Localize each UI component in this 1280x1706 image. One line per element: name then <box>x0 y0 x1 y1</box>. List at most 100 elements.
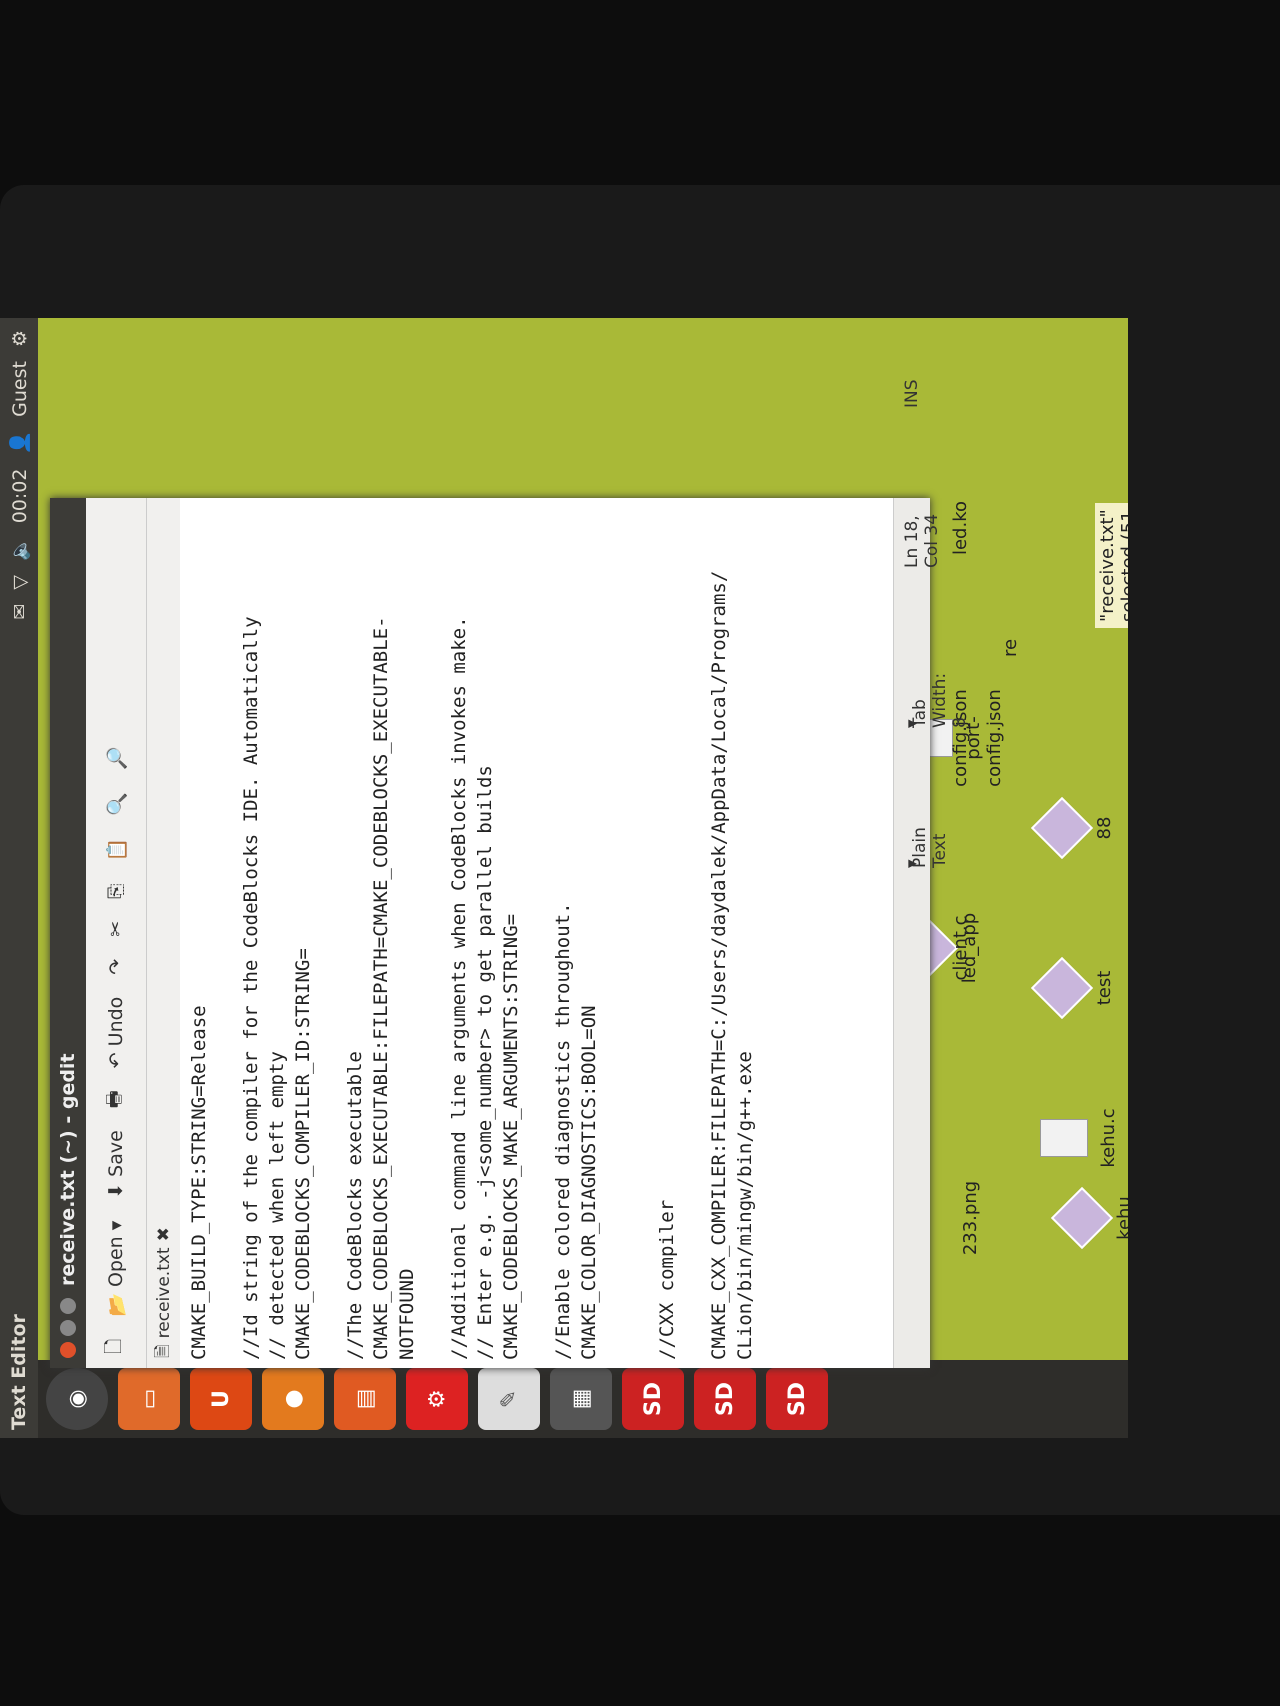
document-tabbar: 🗎 receive.txt ✖ <box>147 498 181 1368</box>
file-item[interactable]: led.ko <box>950 458 971 598</box>
redo-button[interactable]: ↷ <box>105 959 127 975</box>
new-document-icon: 🗋 <box>103 1338 125 1354</box>
selection-status: "receive.txt" selected (51 <box>1095 503 1128 628</box>
cut-button[interactable]: ✂ <box>105 921 127 937</box>
file-icon <box>1050 1186 1114 1250</box>
print-button[interactable]: 🖶 <box>100 1090 132 1108</box>
launcher-sd-2[interactable]: SD <box>694 1368 756 1430</box>
file-item[interactable]: kehu <box>1050 1148 1128 1288</box>
network-icon[interactable]: ▽ <box>9 575 31 590</box>
gedit-window: receive.txt (~) - gedit 🗋 📂 Open ▾ ⬇ Save 🖶… <box>50 379 970 1368</box>
maximize-icon[interactable] <box>60 1298 76 1314</box>
panel-title: Text Editor <box>8 1314 30 1430</box>
minimize-icon[interactable] <box>60 1320 76 1336</box>
redo-icon: ↷ <box>105 958 127 975</box>
editor-line: //CXX compiler <box>656 1199 678 1360</box>
clock[interactable]: 00:02 <box>9 469 31 524</box>
window-titlebar[interactable]: receive.txt (~) - gedit <box>50 498 86 1368</box>
screen: Text Editor ✉ ▽ 🔈 00:02 👤 Guest ⚙ ◉ ▭ U … <box>0 318 1128 1438</box>
panel-indicators: ✉ ▽ 🔈 00:02 👤 Guest ⚙ <box>8 330 32 620</box>
statusbar: Plain Text ▾ Tab Width: 8 ▾ Ln 18, Col 3… <box>893 379 970 1368</box>
launcher-text-editor[interactable]: ✎ <box>478 1368 540 1430</box>
sd-card-icon: SD <box>784 1381 810 1417</box>
text-editor-icon: ✎ <box>496 1389 522 1409</box>
find-button[interactable]: 🔍 <box>105 792 128 816</box>
mail-icon[interactable]: ✉ <box>9 604 31 620</box>
chevron-down-icon: ▾ <box>105 1220 127 1231</box>
cursor-position: Ln 18, Col 34 <box>902 513 942 568</box>
editor-line: CMAKE_CODEBLOCKS_MAKE_ARGUMENTS:STRING= <box>500 913 522 1360</box>
office-icon: ▤ <box>352 1388 378 1410</box>
save-icon: ⬇ <box>105 1182 127 1199</box>
desktop: Text Editor ✉ ▽ 🔈 00:02 👤 Guest ⚙ ◉ ▭ U … <box>0 318 1128 1438</box>
editor-line: // Enter e.g. -j<some_number> to get par… <box>474 765 496 1360</box>
paste-button[interactable]: 📋 <box>105 838 128 862</box>
editor-line: NOTFOUND <box>396 1268 418 1360</box>
document-icon: 🗎 <box>152 1344 173 1358</box>
editor-line: //The CodeBlocks executable <box>344 1051 366 1360</box>
print-icon: 🖶 <box>103 1090 125 1109</box>
new-button[interactable]: 🗋 <box>100 1339 132 1354</box>
workspaces-icon: ▦ <box>568 1388 594 1410</box>
editor-line: CMAKE_BUILD_TYPE:STRING=Release <box>188 1005 210 1360</box>
copy-button[interactable]: ⎘ <box>105 884 127 899</box>
file-item[interactable]: test <box>1030 918 1115 1058</box>
editor-line: CLion/bin/mingw/bin/g++.exe <box>734 1051 756 1360</box>
launcher-software-center[interactable]: U <box>190 1368 252 1430</box>
paste-icon: 📋 <box>105 837 128 862</box>
dash-button[interactable]: ◉ <box>46 1368 108 1430</box>
editor-line: CMAKE_CODEBLOCKS_EXECUTABLE:FILEPATH=CMA… <box>370 616 392 1360</box>
editor-line: CMAKE_CXX_COMPILER:FILEPATH=C:/Users/day… <box>708 570 730 1360</box>
editor-line: CMAKE_CODEBLOCKS_COMPILER_ID:STRING= <box>292 948 314 1360</box>
undo-icon: ↶ <box>105 1052 127 1069</box>
user-name[interactable]: Guest <box>9 361 31 417</box>
launcher-files[interactable]: ▭ <box>118 1368 180 1430</box>
top-panel: Text Editor ✉ ▽ 🔈 00:02 👤 Guest ⚙ <box>0 318 38 1438</box>
file-item[interactable]: client.c <box>950 878 971 1018</box>
editor-line: //Id string of the compiler for the Code… <box>240 616 262 1360</box>
window-title: receive.txt (~) - gedit <box>57 1053 79 1286</box>
volume-icon[interactable]: 🔈 <box>8 537 31 561</box>
open-button[interactable]: 📂 Open ▾ <box>105 1221 128 1317</box>
launcher-firefox[interactable]: ● <box>262 1368 324 1430</box>
sd-card-icon: SD <box>640 1381 666 1417</box>
open-folder-icon: 📂 <box>105 1293 128 1317</box>
launcher-office[interactable]: ▤ <box>334 1368 396 1430</box>
launcher-sd-3[interactable]: SD <box>766 1368 828 1430</box>
file-item[interactable]: 88 <box>1030 758 1115 898</box>
file-icon <box>1030 956 1094 1020</box>
editor-line: // detected when left empty <box>266 1051 288 1360</box>
tab-width-selector[interactable]: Tab Width: 8 ▾ <box>902 673 970 728</box>
user-icon: 👤 <box>9 430 31 455</box>
text-editor[interactable]: CMAKE_BUILD_TYPE:STRING=Release //Id str… <box>180 498 894 1368</box>
settings-icon: ⚙ <box>424 1389 450 1409</box>
launcher-settings[interactable]: ⚙ <box>406 1368 468 1430</box>
file-item[interactable]: 233.png <box>960 1148 981 1288</box>
firefox-icon: ● <box>280 1389 306 1409</box>
toolbar: 🗋 📂 Open ▾ ⬇ Save 🖶 ↶ Undo ↷ ✂ ⎘ 📋 🔍 🔎 <box>86 498 147 1368</box>
close-icon[interactable] <box>60 1342 76 1358</box>
file-icon <box>1030 796 1094 860</box>
tab-receive[interactable]: 🗎 receive.txt ✖ <box>150 1227 179 1358</box>
replace-button[interactable]: 🔎 <box>105 747 128 771</box>
gear-icon[interactable]: ⚙ <box>9 330 31 347</box>
copy-icon: ⎘ <box>105 883 127 899</box>
save-button[interactable]: ⬇ Save <box>105 1130 127 1199</box>
editor-line: //Enable colored diagnostics throughout. <box>552 902 574 1360</box>
launcher-workspaces[interactable]: ▦ <box>550 1368 612 1430</box>
file-item[interactable]: re <box>1000 578 1021 718</box>
editor-line: //Additional command line arguments when… <box>448 616 470 1360</box>
launcher: ◉ ▭ U ● ▤ ⚙ ✎ ▦ SD SD SD <box>38 1360 1128 1438</box>
insert-mode: INS <box>902 379 922 408</box>
scissors-icon: ✂ <box>105 920 127 937</box>
language-selector[interactable]: Plain Text ▾ <box>902 827 950 868</box>
launcher-sd-1[interactable]: SD <box>622 1368 684 1430</box>
search-replace-icon: 🔎 <box>105 746 128 771</box>
close-tab-icon[interactable]: ✖ <box>154 1227 174 1241</box>
undo-button[interactable]: ↶ Undo <box>105 997 127 1069</box>
